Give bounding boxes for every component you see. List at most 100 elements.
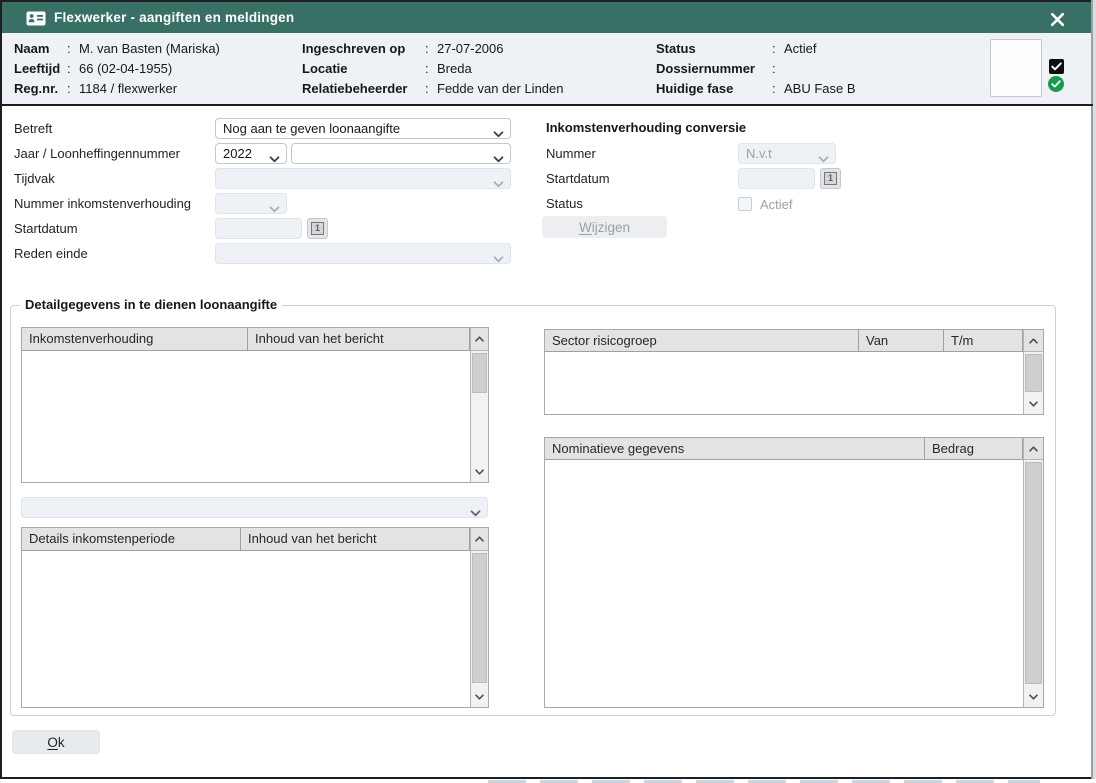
reden-einde-select[interactable] — [215, 243, 511, 264]
sector-risicogroep-table-body[interactable] — [545, 352, 1023, 414]
header-checkbox-checked[interactable] — [1049, 59, 1064, 74]
conversie-actief-checkbox[interactable] — [738, 197, 752, 211]
scroll-down-button[interactable] — [471, 687, 488, 707]
jaar-loonheffingennummer-label: Jaar / Loonheffingennummer — [14, 146, 180, 161]
chevron-up-icon — [1029, 338, 1038, 344]
chevron-down-icon — [1029, 401, 1038, 407]
scroll-up-button[interactable] — [471, 528, 488, 551]
nominatieve-gegevens-table-header: Nominatieve gegevens Bedrag — [545, 438, 1043, 460]
field-separator: : — [67, 61, 79, 76]
startdatum-label: Startdatum — [14, 221, 78, 236]
scrollbar-thumb[interactable] — [1025, 354, 1042, 392]
ok-button-accel: O — [47, 735, 58, 750]
header-field-locatie: Locatie:Breda — [302, 60, 472, 76]
chevron-down-icon — [493, 251, 504, 264]
scrollbar-thumb[interactable] — [472, 553, 487, 683]
tijdvak-select[interactable] — [215, 168, 511, 189]
close-button[interactable] — [1048, 10, 1066, 28]
chevron-down-icon — [269, 151, 280, 164]
scroll-down-button[interactable] — [1024, 687, 1043, 707]
jaar-select[interactable]: 2022 — [215, 143, 287, 164]
header-field-regnr: Reg.nr.:1184 / flexwerker — [14, 80, 177, 96]
chevron-down-icon — [475, 469, 484, 475]
betreft-select[interactable]: Nog aan te geven loonaangifte — [215, 118, 511, 139]
column-header[interactable]: Bedrag — [925, 438, 1023, 459]
chevron-up-icon — [1029, 446, 1038, 452]
scroll-up-button[interactable] — [1024, 330, 1043, 352]
inkomstenverhouding-table: Inkomstenverhouding Inhoud van het beric… — [21, 327, 489, 483]
chevron-down-icon — [493, 126, 504, 139]
scrollbar-thumb[interactable] — [1025, 462, 1042, 684]
chevron-down-icon — [470, 505, 481, 518]
wijzigen-button-label: ijzigen — [592, 220, 630, 235]
field-separator: : — [425, 81, 437, 96]
wijzigen-button[interactable]: Wijzigen — [542, 216, 667, 238]
field-label: Locatie — [302, 61, 425, 76]
conversie-nummer-selected-value: N.v.t — [746, 146, 772, 161]
inkomstenverhouding-table-body[interactable] — [22, 351, 470, 482]
field-label: Status — [656, 41, 772, 56]
field-value: Actief — [784, 41, 817, 56]
header-divider — [0, 104, 1093, 106]
nummer-inkomstenverhouding-select[interactable] — [215, 193, 287, 214]
sector-risicogroep-table: Sector risicogroep Van T/m — [544, 329, 1044, 415]
details-inkomstenperiode-table: Details inkomstenperiode Inhoud van het … — [21, 527, 489, 708]
column-header[interactable]: Nominatieve gegevens — [545, 438, 925, 459]
field-separator: : — [425, 41, 437, 56]
column-header[interactable]: T/m — [944, 330, 1023, 351]
ok-button[interactable]: Ok — [12, 730, 100, 754]
column-header[interactable]: Inhoud van het bericht — [241, 528, 470, 550]
nummer-inkomstenverhouding-label: Nummer inkomstenverhouding — [14, 196, 191, 211]
chevron-down-icon — [475, 694, 484, 700]
sector-risicogroep-scrollbar[interactable] — [1023, 330, 1043, 414]
scroll-up-button[interactable] — [1024, 438, 1043, 460]
column-header[interactable]: Van — [859, 330, 944, 351]
window-border-left — [0, 0, 2, 779]
inkomstenverhouding-scrollbar[interactable] — [470, 328, 488, 482]
scrollbar-thumb[interactable] — [472, 353, 487, 393]
details-inkomstenperiode-table-body[interactable] — [22, 551, 470, 707]
field-label: Leeftijd — [14, 61, 67, 76]
field-separator: : — [772, 81, 784, 96]
conversie-status-label: Status — [546, 196, 583, 211]
conversie-startdatum-input[interactable] — [738, 168, 815, 189]
loonheffingennummer-select[interactable] — [291, 143, 511, 164]
startdatum-input[interactable] — [215, 218, 302, 239]
reden-einde-label: Reden einde — [14, 246, 88, 261]
conversie-nummer-label: Nummer — [546, 146, 596, 161]
nominatieve-gegevens-scrollbar[interactable] — [1023, 438, 1043, 707]
id-card-icon — [26, 11, 46, 26]
column-header[interactable]: Details inkomstenperiode — [22, 528, 241, 550]
column-header[interactable]: Inhoud van het bericht — [248, 328, 470, 350]
field-separator: : — [67, 41, 79, 56]
nominatieve-gegevens-table: Nominatieve gegevens Bedrag — [544, 437, 1044, 708]
scroll-down-button[interactable] — [471, 462, 488, 482]
calendar-icon: 1 — [311, 222, 324, 235]
field-value: M. van Basten (Mariska) — [79, 41, 220, 56]
field-label: Reg.nr. — [14, 81, 67, 96]
status-ok-badge — [1048, 76, 1064, 92]
conversie-startdatum-label: Startdatum — [546, 171, 610, 186]
field-label: Naam — [14, 41, 67, 56]
header-field-huidige-fase: Huidige fase:ABU Fase B — [656, 80, 856, 96]
details-inkomstenperiode-scrollbar[interactable] — [470, 528, 488, 707]
scroll-down-button[interactable] — [1024, 394, 1043, 414]
field-value: Fedde van der Linden — [437, 81, 563, 96]
conversie-startdatum-calendar-button[interactable]: 1 — [820, 168, 841, 189]
field-value: 27-07-2006 — [437, 41, 504, 56]
startdatum-calendar-button[interactable]: 1 — [307, 218, 328, 239]
scroll-up-button[interactable] — [471, 328, 488, 351]
sector-risicogroep-table-header: Sector risicogroep Van T/m — [545, 330, 1043, 352]
check-icon — [1051, 62, 1062, 71]
inkomstenperiode-select[interactable] — [21, 497, 488, 518]
column-header[interactable]: Sector risicogroep — [545, 330, 859, 351]
chevron-down-icon — [493, 176, 504, 189]
header-field-naam: Naam:M. van Basten (Mariska) — [14, 40, 220, 56]
column-header[interactable]: Inkomstenverhouding — [22, 328, 248, 350]
header-field-relatiebeheerder: Relatiebeheerder:Fedde van der Linden — [302, 80, 563, 96]
field-label: Huidige fase — [656, 81, 772, 96]
conversie-nummer-select[interactable]: N.v.t — [738, 143, 836, 164]
ok-button-label: k — [58, 735, 65, 750]
nominatieve-gegevens-table-body[interactable] — [545, 460, 1023, 707]
detailgegevens-groupbox-title: Detailgegevens in te dienen loonaangifte — [20, 297, 282, 312]
